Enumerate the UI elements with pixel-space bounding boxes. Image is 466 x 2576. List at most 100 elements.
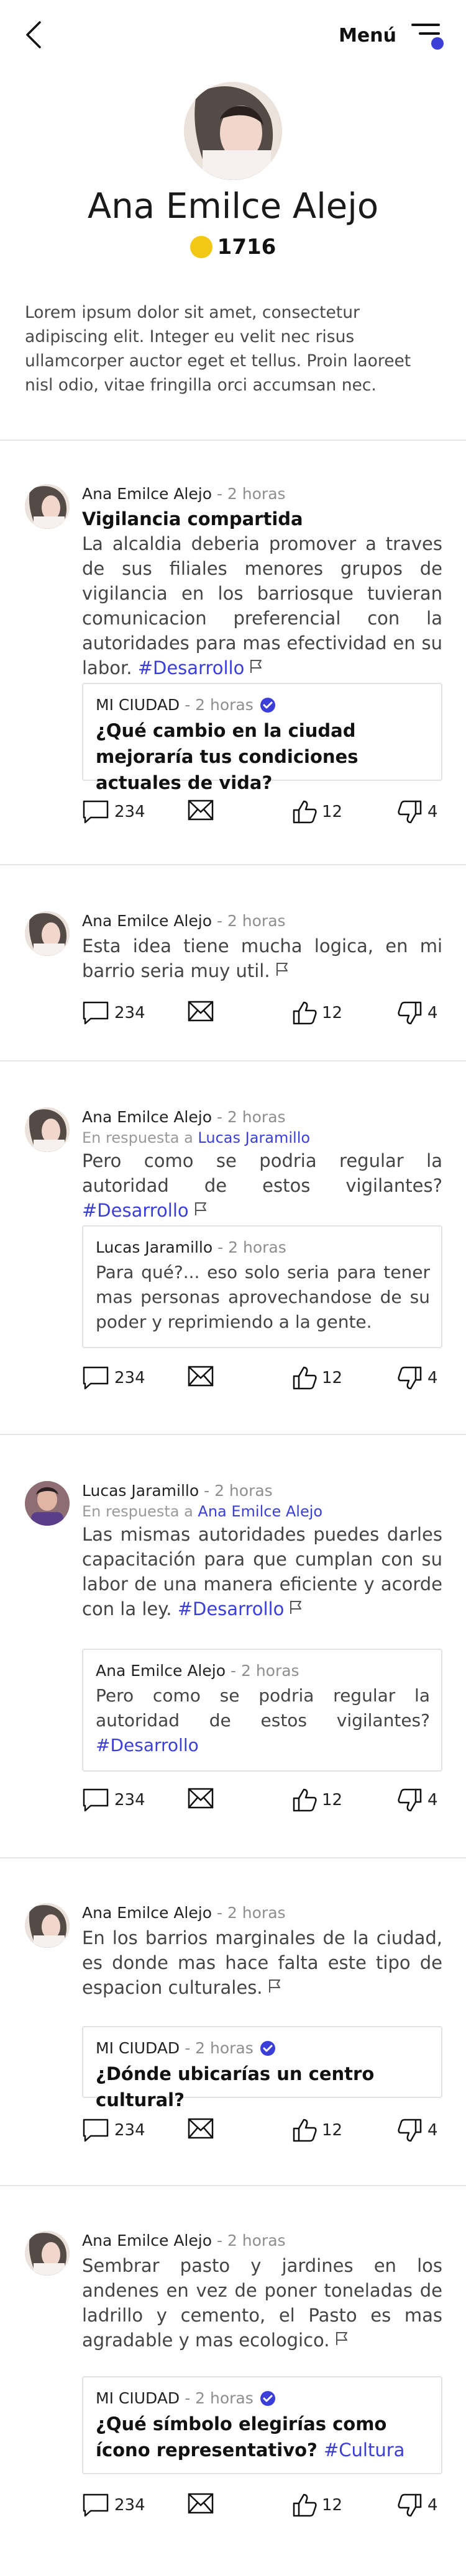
thumbs-down-icon: [398, 2493, 422, 2517]
post-avatar[interactable]: [25, 1107, 70, 1152]
quote-meta: Ana Emilce Alejo - 2 horas: [96, 1661, 430, 1681]
post-avatar[interactable]: [25, 1903, 70, 1948]
post-text: Sembrar pasto y jardines en los andenes …: [82, 2255, 442, 2351]
comment-icon: [83, 2119, 109, 2142]
flag-icon[interactable]: [267, 1978, 283, 1994]
comment-button[interactable]: 234: [82, 1001, 145, 1025]
post-text: Las mismas autoridades puedes darles cap…: [82, 1524, 442, 1619]
post-avatar[interactable]: [25, 484, 70, 529]
like-button[interactable]: 12: [292, 1366, 342, 1390]
quoted-question[interactable]: MI CIUDAD - 2 horas ¿Qué cambio en la ciu…: [82, 683, 442, 793]
flag-icon[interactable]: [274, 961, 290, 977]
thumbs-up-icon: [293, 800, 317, 824]
dislike-button[interactable]: 4: [398, 2118, 438, 2143]
thumbs-up-icon: [293, 1788, 317, 1812]
hashtag-link[interactable]: #Desarrollo: [82, 1200, 189, 1221]
menu-button[interactable]: Menú: [339, 20, 446, 51]
comment-count: 234: [114, 803, 145, 821]
post-avatar[interactable]: [25, 911, 70, 956]
post-time: - 2 horas: [216, 485, 286, 503]
comment-count: 234: [114, 1369, 145, 1387]
message-button[interactable]: [188, 799, 214, 821]
divider: [0, 2185, 466, 2186]
flag-icon[interactable]: [193, 1200, 209, 1217]
comment-button[interactable]: 234: [82, 1366, 145, 1390]
reply-to-line: En respuesta a Ana Emilce Alejo: [82, 1503, 323, 1520]
quoted-comment[interactable]: Ana Emilce Alejo - 2 horas Pero como se p…: [82, 1649, 442, 1772]
envelope-icon: [188, 1788, 214, 1809]
comment-button[interactable]: 234: [82, 2493, 145, 2518]
dislike-count: 4: [427, 2496, 438, 2515]
comment-count: 234: [114, 2496, 145, 2515]
verified-icon: [260, 2391, 275, 2406]
reply-to-link[interactable]: Lucas Jaramillo: [198, 1129, 310, 1146]
dislike-button[interactable]: 4: [398, 1001, 438, 1025]
dislike-button[interactable]: 4: [398, 1788, 438, 1813]
like-button[interactable]: 12: [292, 2493, 342, 2518]
post-actions: 234 12 4: [82, 1788, 442, 1815]
quote-time: - 2 horas: [185, 2389, 254, 2407]
comment-button[interactable]: 234: [82, 1788, 145, 1813]
quote-title: ¿Qué símbolo elegirías como ícono repres…: [96, 2413, 405, 2461]
dislike-button[interactable]: 4: [398, 2493, 438, 2518]
divider: [0, 864, 466, 865]
hashtag-link[interactable]: #Cultura: [324, 2439, 404, 2461]
comment-button[interactable]: 234: [82, 799, 145, 824]
post-author[interactable]: Ana Emilce Alejo: [82, 2231, 212, 2249]
envelope-icon: [188, 2118, 214, 2139]
post-avatar[interactable]: [25, 2231, 70, 2276]
message-button[interactable]: [188, 1001, 214, 1022]
flag-icon[interactable]: [288, 1599, 304, 1615]
message-button[interactable]: [188, 2493, 214, 2514]
hashtag-link[interactable]: #Desarrollo: [178, 1598, 285, 1619]
flag-icon[interactable]: [334, 2330, 350, 2346]
post-text: Esta idea tiene mucha logica, en mi barr…: [82, 935, 442, 981]
post-author[interactable]: Ana Emilce Alejo: [82, 1108, 212, 1126]
quote-meta: MI CIUDAD - 2 horas: [96, 2038, 430, 2058]
comment-count: 234: [114, 1791, 145, 1809]
quote-title: ¿Qué cambio en la ciudad mejoraría tus c…: [96, 720, 359, 793]
chevron-left-icon: [26, 21, 41, 48]
comment-icon: [83, 1001, 109, 1025]
divider: [0, 1434, 466, 1435]
post-text: Pero como se podria regular la autoridad…: [82, 1150, 442, 1221]
thumbs-up-icon: [293, 2119, 317, 2142]
quoted-question[interactable]: MI CIUDAD - 2 horas ¿Dónde ubicarías un c…: [82, 2026, 442, 2110]
post-author[interactable]: Ana Emilce Alejo: [82, 1904, 212, 1922]
post-meta: Ana Emilce Alejo - 2 horas: [82, 1903, 442, 1923]
like-button[interactable]: 12: [292, 1001, 342, 1025]
comment-button[interactable]: 234: [82, 2118, 145, 2143]
thumbs-down-icon: [398, 800, 422, 824]
post-author[interactable]: Ana Emilce Alejo: [82, 485, 212, 503]
post-time: - 2 horas: [216, 1904, 286, 1922]
comment-icon: [83, 1788, 109, 1812]
like-button[interactable]: 12: [292, 2118, 342, 2143]
profile-avatar[interactable]: [184, 82, 282, 180]
quoted-question[interactable]: MI CIUDAD - 2 horas ¿Qué símbolo elegiría…: [82, 2376, 442, 2474]
message-button[interactable]: [188, 1788, 214, 1809]
divider: [0, 439, 466, 441]
comment-icon: [83, 2493, 109, 2517]
quoted-comment[interactable]: Lucas Jaramillo - 2 horas Para qué?... es…: [82, 1225, 442, 1348]
flag-icon[interactable]: [248, 658, 264, 674]
post-actions: 234 12 4: [82, 1001, 442, 1028]
post-author[interactable]: Ana Emilce Alejo: [82, 912, 212, 930]
like-button[interactable]: 12: [292, 1788, 342, 1813]
back-button[interactable]: [22, 19, 47, 51]
like-button[interactable]: 12: [292, 799, 342, 824]
dislike-button[interactable]: 4: [398, 1366, 438, 1390]
hashtag-link[interactable]: #Desarrollo: [138, 657, 245, 678]
post-author[interactable]: Lucas Jaramillo: [82, 1482, 199, 1500]
envelope-icon: [188, 1001, 214, 1022]
post-avatar[interactable]: [25, 1481, 70, 1526]
like-count: 12: [322, 1369, 343, 1387]
thumbs-down-icon: [398, 1366, 422, 1390]
quote-meta: MI CIUDAD - 2 horas: [96, 695, 430, 715]
message-button[interactable]: [188, 2118, 214, 2139]
reply-to-link[interactable]: Ana Emilce Alejo: [198, 1503, 322, 1520]
hashtag-link[interactable]: #Desarrollo: [96, 1735, 199, 1755]
dislike-button[interactable]: 4: [398, 799, 438, 824]
dislike-count: 4: [427, 803, 438, 821]
verified-icon: [260, 2041, 275, 2056]
message-button[interactable]: [188, 1366, 214, 1387]
